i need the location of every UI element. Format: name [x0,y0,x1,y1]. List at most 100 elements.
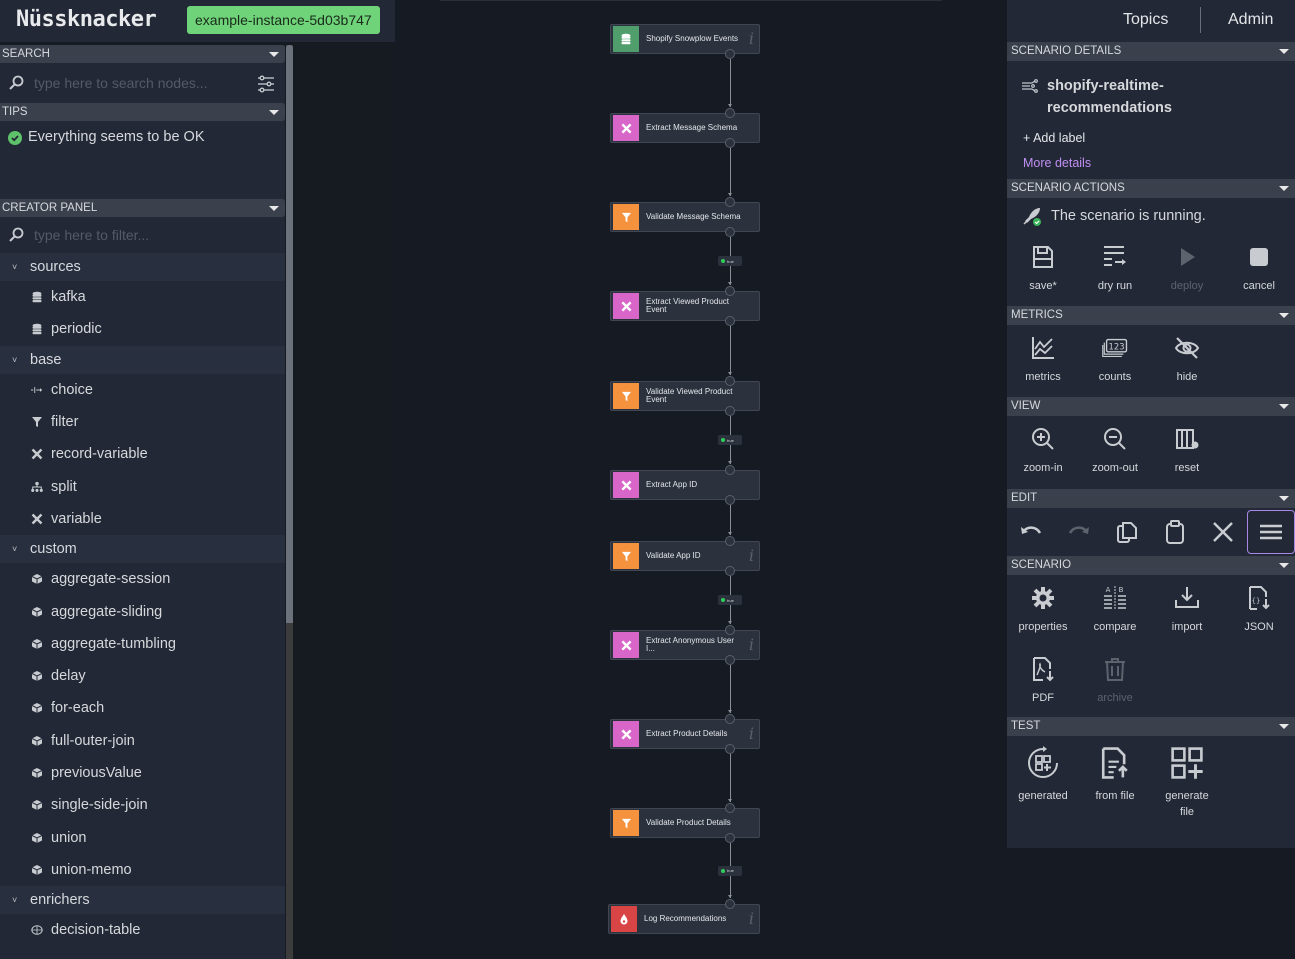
graph-edge[interactable] [730,665,731,713]
search-panel-header[interactable]: SEARCH [0,45,285,63]
output-port[interactable] [725,655,735,665]
tips-panel-header[interactable]: TIPS [0,103,285,121]
archive-button[interactable]: archive [1079,646,1151,716]
input-port[interactable] [725,376,735,386]
save-button[interactable]: save* [1007,234,1079,306]
creator-group-custom[interactable]: ˅ custom [0,535,285,564]
info-icon[interactable]: i [749,724,754,743]
creator-panel-header[interactable]: CREATOR PANEL [0,199,285,217]
delete-button[interactable] [1199,510,1247,554]
creator-item-kafka[interactable]: kafka [0,281,285,313]
info-icon[interactable]: i [749,909,754,928]
left-panel-scrollbar-thumb[interactable] [286,45,293,623]
collapse-caret-icon[interactable] [1279,404,1289,409]
json-button[interactable]: {} JSON [1223,575,1295,645]
graph-node[interactable]: Extract Product Details i [610,719,760,749]
creator-item-delay[interactable]: delay [0,660,285,692]
collapse-caret-icon[interactable] [269,206,279,211]
creator-filter-input[interactable] [34,223,234,247]
creator-item-record-variable[interactable]: record-variable [0,438,285,470]
output-port[interactable] [725,316,735,326]
collapse-caret-icon[interactable] [269,52,279,57]
graph-node[interactable]: Extract Message Schema [610,113,760,143]
creator-item-union-memo[interactable]: union-memo [0,854,285,886]
info-icon[interactable]: i [749,635,754,654]
generated-button[interactable]: generated [1007,736,1079,820]
creator-item-split[interactable]: split [0,470,285,502]
properties-button[interactable]: properties [1007,575,1079,645]
nav-admin-link[interactable]: Admin [1228,11,1273,29]
zoom-out-button[interactable]: zoom-out [1079,416,1151,489]
graph-node[interactable]: Validate App ID i [610,541,760,571]
cancel-button[interactable]: cancel [1223,234,1295,306]
paste-button[interactable] [1151,510,1199,554]
output-port[interactable] [725,227,735,237]
redo-button[interactable] [1055,510,1103,554]
creator-item-for-each[interactable]: for-each [0,692,285,724]
output-port[interactable] [725,833,735,843]
undo-button[interactable] [1007,510,1055,554]
from-file-button[interactable]: from file [1079,736,1151,820]
creator-item-choice[interactable]: choice [0,374,285,406]
collapse-caret-icon[interactable] [269,110,279,115]
graph-edge[interactable] [730,148,731,196]
collapse-caret-icon[interactable] [1279,186,1289,191]
copy-button[interactable] [1103,510,1151,554]
pdf-button[interactable]: PDF [1007,646,1079,716]
graph-edge[interactable] [730,505,731,535]
deploy-button[interactable]: deploy [1151,234,1223,306]
graph-node[interactable]: Shopify Snowplow Events i [610,24,760,54]
output-port[interactable] [725,744,735,754]
collapse-caret-icon[interactable] [1279,49,1289,54]
info-icon[interactable]: i [749,546,754,565]
input-port[interactable] [725,536,735,546]
creator-item-full-outer-join[interactable]: full-outer-join [0,725,285,757]
nav-topics-link[interactable]: Topics [1123,11,1168,29]
output-port[interactable] [725,566,735,576]
graph-edge[interactable] [730,754,731,802]
test-header[interactable]: TEST [1007,717,1295,736]
creator-group-enrichers[interactable]: ˅ enrichers [0,886,285,915]
creator-group-sources[interactable]: ˅ sources [0,253,285,281]
graph-node[interactable]: Extract Anonymous User I... i [610,630,760,660]
collapse-caret-icon[interactable] [1279,313,1289,318]
layout-button[interactable] [1247,510,1295,554]
generate-file-button[interactable]: generate file [1151,736,1223,820]
creator-group-base[interactable]: ˅ base [0,345,285,374]
app-logo[interactable]: Nüssknacker [16,7,157,32]
graph-node[interactable]: Log Recommendations i [608,904,760,934]
creator-item-aggregate-tumbling[interactable]: aggregate-tumbling [0,628,285,660]
graph-node[interactable]: Validate Message Schema [610,202,760,232]
creator-item-periodic[interactable]: periodic [0,313,285,345]
more-details-link[interactable]: More details [1007,151,1295,179]
graph-node[interactable]: Extract App ID [610,470,760,500]
input-port[interactable] [725,803,735,813]
output-port[interactable] [725,49,735,59]
output-port[interactable] [725,138,735,148]
input-port[interactable] [725,899,735,909]
reset-button[interactable]: reset [1151,416,1223,489]
creator-item-aggregate-sliding[interactable]: aggregate-sliding [0,595,285,627]
scenario-actions-header[interactable]: SCENARIO ACTIONS [1007,179,1295,198]
collapse-caret-icon[interactable] [1279,496,1289,501]
graph-node[interactable]: Validate Product Details [610,808,760,838]
creator-item-union[interactable]: union [0,821,285,853]
compare-button[interactable]: A Bcompare [1079,575,1151,645]
view-header[interactable]: VIEW [1007,397,1295,416]
input-port[interactable] [725,197,735,207]
metrics-button[interactable]: metrics [1007,325,1079,397]
creator-item-variable[interactable]: variable [0,503,285,535]
edit-header[interactable]: EDIT [1007,489,1295,508]
input-port[interactable] [725,286,735,296]
creator-item-decision-table[interactable]: decision-table [0,914,285,946]
creator-item-filter[interactable]: filter [0,406,285,438]
add-label-button[interactable]: + Add label [1007,119,1295,151]
scenario-details-header[interactable]: SCENARIO DETAILS [1007,42,1295,61]
output-port[interactable] [725,495,735,505]
info-icon[interactable]: i [749,29,754,48]
input-port[interactable] [725,625,735,635]
input-port[interactable] [725,108,735,118]
zoom-in-button[interactable]: zoom-in [1007,416,1079,489]
graph-node[interactable]: Extract Viewed Product Event [610,291,760,321]
import-button[interactable]: import [1151,575,1223,645]
